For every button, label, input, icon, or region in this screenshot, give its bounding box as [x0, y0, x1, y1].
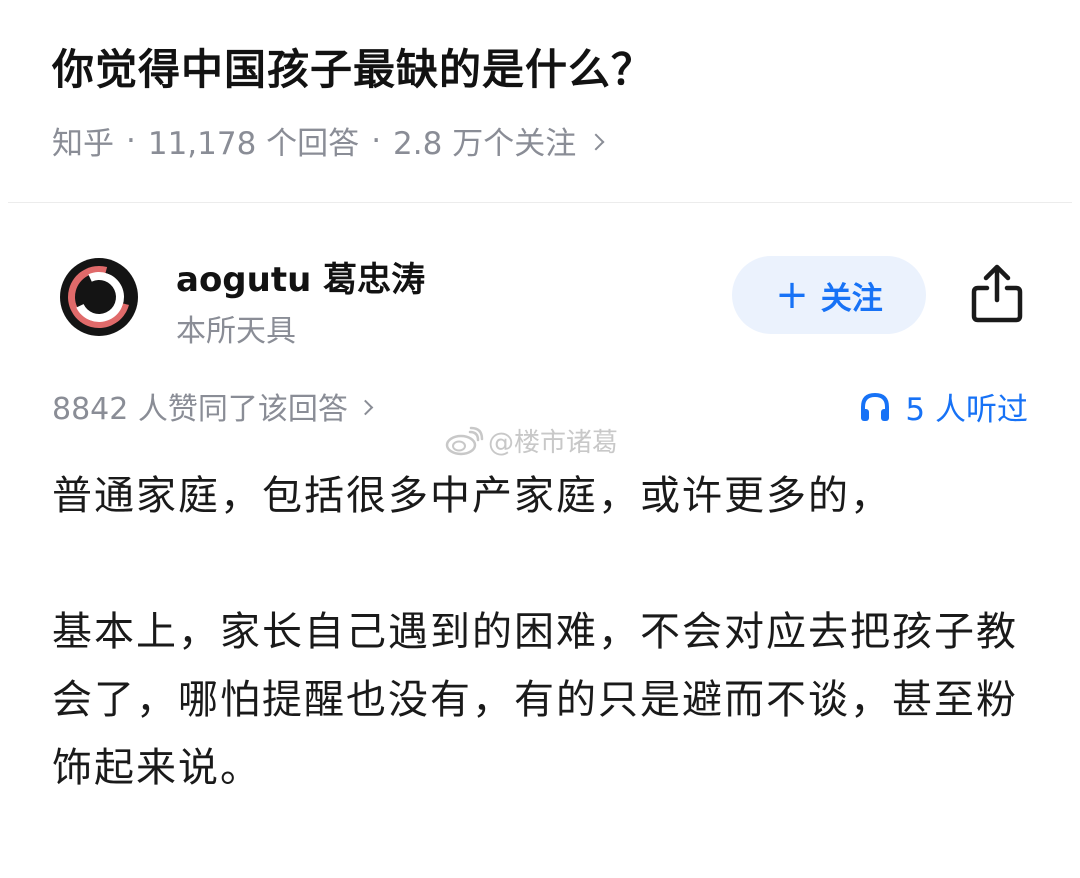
chevron-right-icon	[587, 133, 605, 150]
followers-count: 2.8 万个关注	[393, 126, 577, 162]
meta-separator: ·	[126, 122, 136, 159]
answer-paragraph: 普通家庭，包括很多中产家庭，或许更多的，	[52, 473, 892, 519]
author-name[interactable]: aogutu 葛忠涛	[176, 252, 425, 301]
upvote-label: 8842 人赞同了该回答	[52, 392, 348, 427]
plus-icon: +	[775, 272, 809, 318]
listen-label: 5 人听过	[905, 392, 1028, 428]
follow-button[interactable]: + 关注	[732, 256, 926, 334]
question-title[interactable]: 你觉得中国孩子最缺的是什么？	[52, 36, 654, 97]
answers-count: 11,178 个回答	[147, 126, 360, 162]
meta-separator: ·	[371, 122, 382, 159]
watermark: @楼市诸葛	[444, 422, 618, 459]
author-bio: 本所天具	[176, 314, 296, 349]
divider	[8, 202, 1072, 203]
question-meta[interactable]: 知乎 · 11,178 个回答 · 2.8 万个关注	[52, 118, 605, 163]
listen-count[interactable]: 5 人听过	[859, 384, 1028, 429]
chevron-right-icon	[357, 399, 374, 415]
avatar-logo-icon[interactable]	[56, 254, 142, 340]
answer-paragraph: 基本上，家长自己遇到的困难，不会对应去把孩子教会了，哪怕提醒也没有，有的只是避而…	[52, 609, 1018, 791]
headphones-icon	[861, 392, 890, 421]
weibo-icon	[445, 426, 484, 455]
source-label: 知乎	[52, 126, 114, 162]
upvote-count[interactable]: 8842 人赞同了该回答	[52, 384, 374, 428]
answer-body: 普通家庭，包括很多中产家庭，或许更多的， 基本上，家长自己遇到的困难，不会对应去…	[52, 462, 1032, 802]
author-row: aogutu 葛忠涛 本所天具 + 关注	[0, 248, 1080, 349]
share-icon[interactable]	[968, 262, 1026, 324]
answer-page: 你觉得中国孩子最缺的是什么？ 知乎 · 11,178 个回答 · 2.8 万个关…	[0, 0, 1080, 878]
follow-label: 关注	[820, 280, 883, 317]
watermark-text: @楼市诸葛	[488, 428, 619, 458]
